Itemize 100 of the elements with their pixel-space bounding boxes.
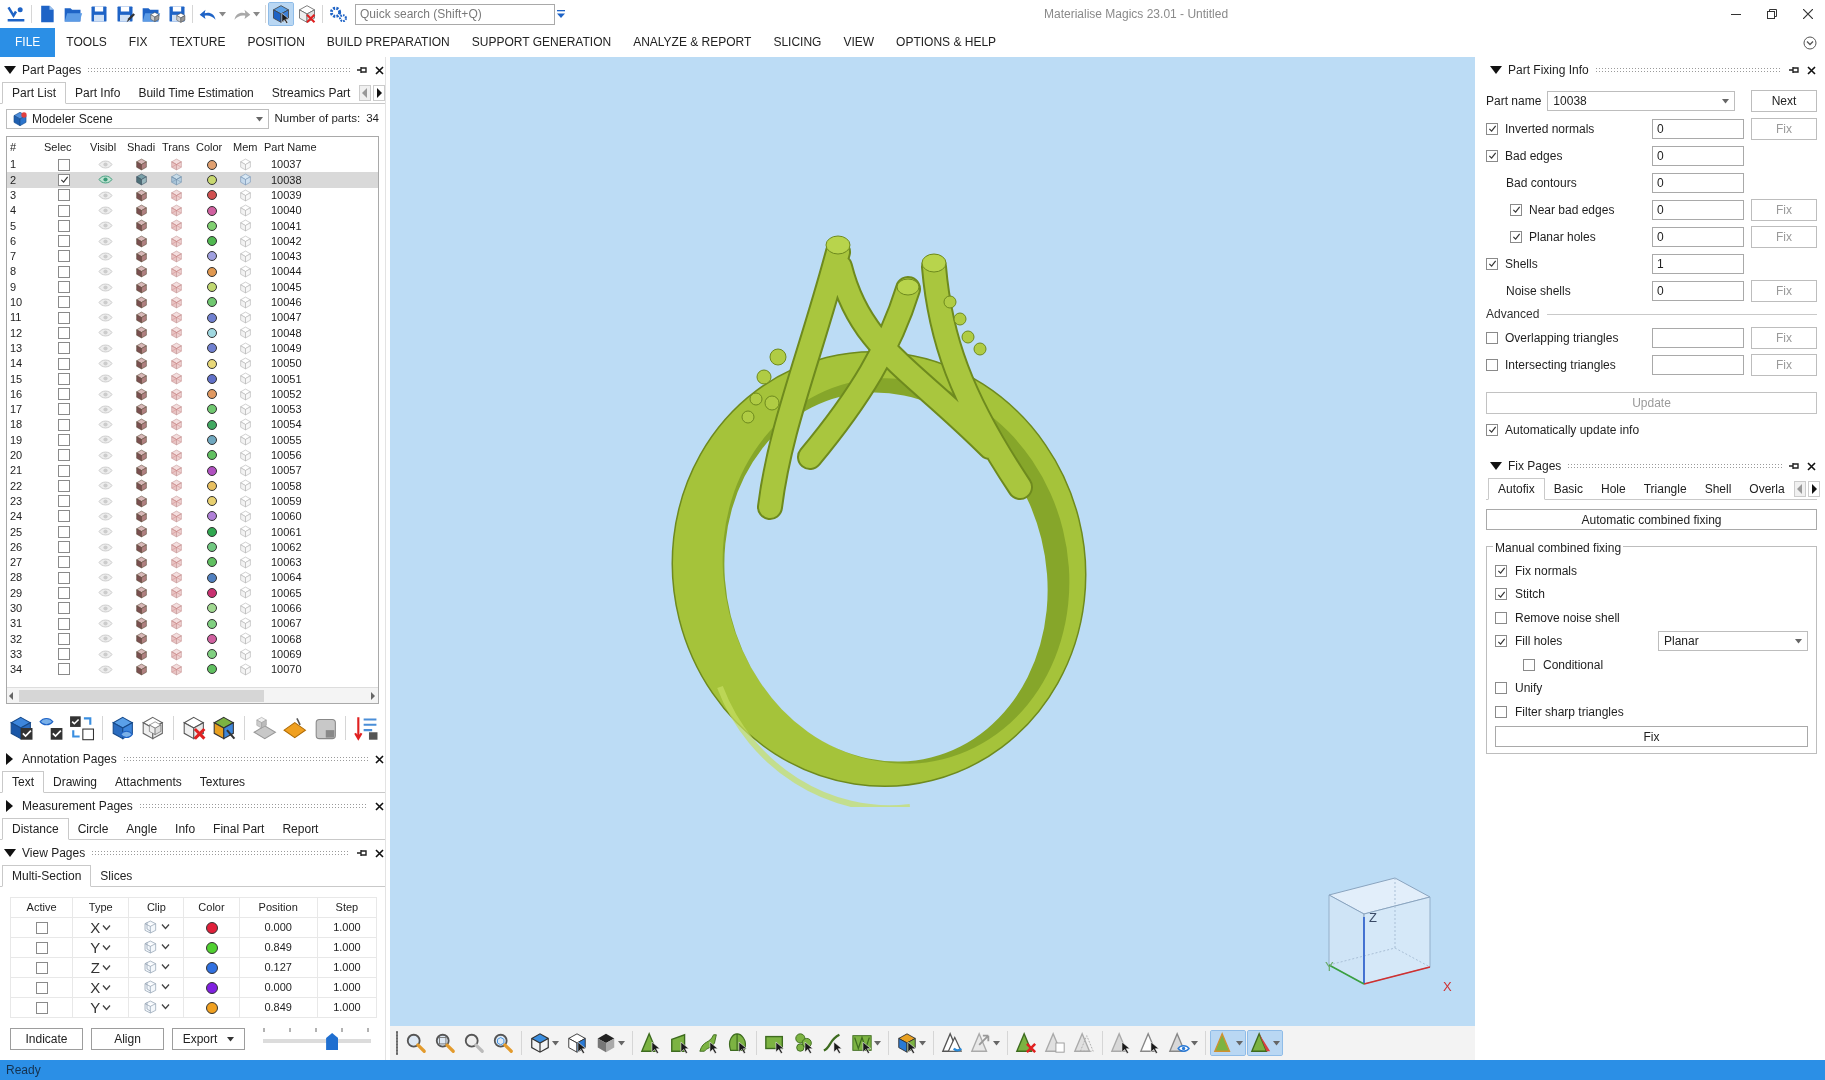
table-row[interactable]: 1 10037 — [7, 157, 378, 173]
table-row[interactable]: 14 10050 — [7, 355, 378, 372]
tab[interactable]: Part List — [2, 82, 66, 104]
tab[interactable]: Shell — [1695, 479, 1741, 499]
table-row[interactable]: 25 10061 — [7, 524, 378, 540]
menu-item[interactable]: FIX — [117, 28, 159, 57]
tab[interactable]: Autofix — [1488, 478, 1545, 500]
button[interactable]: Indicate — [10, 1028, 83, 1050]
input-field[interactable]: 1 — [1652, 253, 1744, 274]
part-name: 10069 — [270, 646, 303, 662]
table-row[interactable]: 30 10066 — [7, 600, 378, 616]
tab[interactable]: Final Part — [204, 819, 274, 839]
table-row[interactable]: 32 10068 — [7, 631, 378, 647]
column-header[interactable]: Position — [239, 897, 318, 918]
part-name-dropdown[interactable]: 10038 — [1547, 91, 1736, 111]
table-row[interactable]: 18 10054 — [7, 417, 378, 433]
table-row[interactable]: 24 10060 — [7, 508, 378, 525]
button[interactable]: Align — [91, 1028, 164, 1050]
table-row[interactable]: 7 10043 — [7, 248, 378, 265]
checkbox-label: Overlapping triangles — [1505, 329, 1619, 347]
row-number: 19 — [9, 432, 24, 448]
table-row[interactable]: 12 10048 — [7, 325, 378, 341]
tab[interactable]: Hole — [1592, 479, 1635, 499]
table-row[interactable]: 10 10046 — [7, 294, 378, 310]
tab[interactable]: Basic — [1544, 479, 1593, 499]
table-row[interactable]: 19 10055 — [7, 432, 378, 448]
tab[interactable]: Overla — [1740, 479, 1794, 499]
tab[interactable]: Textures — [190, 772, 255, 792]
tab[interactable]: Text — [2, 771, 44, 793]
table-row[interactable]: 20 10056 — [7, 447, 378, 463]
table-row[interactable]: 13 10049 — [7, 340, 378, 356]
menu-item[interactable]: VIEW — [832, 28, 886, 57]
column-header[interactable]: Active — [10, 897, 73, 918]
table-row[interactable]: 2 10038 — [7, 172, 378, 188]
tab[interactable]: Part Info — [66, 83, 130, 103]
menu-item[interactable]: SLICING — [762, 28, 833, 57]
menu-item[interactable]: ANALYZE & REPORT — [622, 28, 763, 57]
column-header[interactable]: Shadi — [124, 137, 159, 157]
column-header[interactable]: Trans — [159, 137, 193, 157]
column-header[interactable]: Step — [317, 897, 377, 918]
menu-item[interactable]: TEXTURE — [158, 28, 237, 57]
menu-item[interactable]: SUPPORT GENERATION — [460, 28, 623, 57]
tab[interactable]: Triangle — [1634, 479, 1696, 499]
column-header[interactable]: Type — [72, 897, 129, 918]
tab[interactable]: Attachments — [106, 772, 191, 792]
table-row[interactable]: 6 10042 — [7, 233, 378, 249]
button[interactable]: Automatic combined fixing — [1486, 509, 1817, 530]
table-row[interactable]: 8 10044 — [7, 264, 378, 280]
menu-item[interactable]: POSITION — [236, 28, 316, 57]
tab[interactable]: Multi-Section — [2, 865, 92, 887]
tab[interactable]: Info — [166, 819, 205, 839]
column-header[interactable]: Color — [183, 897, 240, 918]
table-row[interactable]: 21 10057 — [7, 462, 378, 479]
tab[interactable]: Circle — [68, 819, 118, 839]
menu-item[interactable]: BUILD PREPARATION — [315, 28, 461, 57]
table-row[interactable]: 5 10041 — [7, 218, 378, 234]
tab[interactable]: Distance — [2, 818, 69, 840]
tab[interactable]: Angle — [117, 819, 167, 839]
menu-item[interactable]: OPTIONS & HELP — [885, 28, 1008, 57]
column-header[interactable]: Visibl — [87, 137, 124, 157]
input-field[interactable]: 0 — [1652, 280, 1744, 301]
mode-dropdown[interactable]: Planar — [1658, 631, 1808, 652]
table-row[interactable]: 15 10051 — [7, 371, 378, 387]
table-row[interactable]: 23 10059 — [7, 493, 378, 509]
table-row[interactable]: 22 10058 — [7, 478, 378, 494]
table-row[interactable]: 26 10062 — [7, 539, 378, 555]
search-field[interactable]: Quick search (Shift+Q) — [355, 3, 555, 25]
table-row[interactable]: 34 10070 — [7, 661, 378, 678]
scene-dropdown[interactable]: Modeler Scene — [6, 109, 269, 129]
column-header[interactable]: Clip — [128, 897, 184, 918]
table-row[interactable]: 11 10047 — [7, 309, 378, 326]
fix-button[interactable]: Fix — [1495, 725, 1808, 747]
input-field[interactable]: 0 — [1652, 226, 1744, 247]
input-field[interactable]: 0 — [1652, 199, 1744, 220]
table-row[interactable]: 27 10063 — [7, 554, 378, 570]
tab[interactable]: Slices — [91, 866, 142, 886]
tab[interactable]: Drawing — [44, 772, 107, 792]
input-field[interactable]: 0 — [1652, 118, 1744, 139]
column-header[interactable]: Selec — [41, 137, 87, 157]
menu-item[interactable]: TOOLS — [55, 28, 118, 57]
next-button[interactable]: Next — [1751, 90, 1817, 112]
table-row[interactable]: 17 10053 — [7, 401, 378, 418]
table-row[interactable]: 4 10040 — [7, 202, 378, 219]
table-row[interactable]: 31 10067 — [7, 615, 378, 632]
button[interactable]: Export — [172, 1028, 245, 1050]
input-field[interactable]: 0 — [1652, 145, 1744, 166]
column-header[interactable]: Part Name — [261, 137, 378, 157]
column-header[interactable]: Mem — [230, 137, 261, 157]
input-field[interactable]: 0 — [1652, 172, 1744, 193]
tab[interactable]: Streamics Part — [262, 83, 360, 103]
table-row[interactable]: 28 10064 — [7, 570, 378, 586]
tab[interactable]: Report — [273, 819, 328, 839]
column-header[interactable]: Color — [193, 137, 230, 157]
column-header[interactable]: # — [7, 137, 41, 157]
table-row[interactable]: 9 10045 — [7, 279, 378, 295]
tab[interactable]: Build Time Estimation — [129, 83, 263, 103]
table-row[interactable]: 29 10065 — [7, 585, 378, 601]
table-row[interactable]: 33 10069 — [7, 646, 378, 662]
table-row[interactable]: 16 10052 — [7, 386, 378, 402]
table-row[interactable]: 3 10039 — [7, 187, 378, 203]
